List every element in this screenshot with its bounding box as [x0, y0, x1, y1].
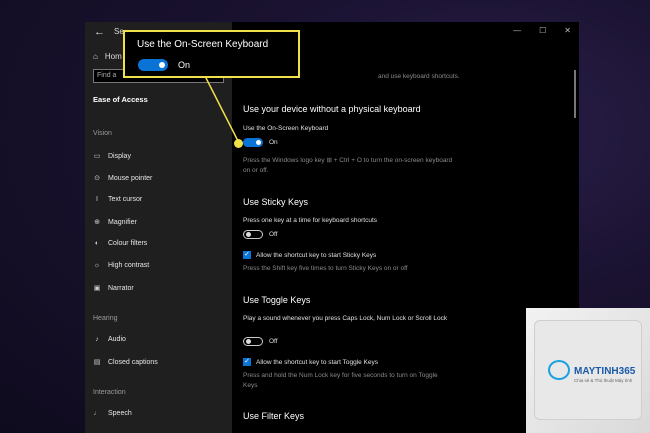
nav-item-mouse-pointer[interactable]: ⊙ Mouse pointer	[93, 174, 153, 183]
toggle-knob	[246, 232, 251, 237]
filter-keys-heading: Use Filter Keys	[243, 411, 305, 421]
toggle-keys-label: Play a sound whenever you press Caps Loc…	[243, 315, 448, 322]
callout-state: On	[178, 60, 191, 70]
nav-label: Audio	[108, 336, 126, 343]
nav-label: Speech	[108, 410, 132, 417]
palette-icon: ◐	[94, 240, 100, 247]
sticky-keys-toggle[interactable]	[243, 230, 263, 239]
search-placeholder: Find a	[97, 72, 117, 79]
toggle-keys-toggle[interactable]	[243, 337, 263, 346]
watermark-badge: MAYTINH365 Chia sẻ & Thủ thuật Máy tính	[526, 308, 650, 433]
narrator-icon: ▣	[93, 285, 101, 292]
osk-description: Press the Windows logo key ⊞ + Ctrl + O …	[243, 157, 453, 174]
toggle-shortcut-label: Allow the shortcut key to start Toggle K…	[256, 359, 378, 366]
nav-item-text-cursor[interactable]: Ι Text cursor	[93, 196, 142, 203]
scrollbar[interactable]	[574, 70, 576, 118]
nav-item-narrator[interactable]: ▣ Narrator	[93, 284, 134, 293]
captions-icon: ▤	[93, 359, 101, 366]
close-icon[interactable]: ✕	[564, 26, 571, 35]
mouse-icon: ⊙	[94, 175, 100, 182]
home-nav-item[interactable]: ⌂ Hom	[93, 52, 122, 61]
sticky-keys-heading: Use Sticky Keys	[243, 197, 309, 207]
toggle-keys-state: Off	[269, 338, 278, 345]
monitor-icon: ▭	[93, 153, 101, 160]
section-title: Ease of Access	[93, 95, 148, 104]
brand-logo-icon	[548, 360, 570, 380]
toggle-shortcut-checkbox[interactable]: ✓	[243, 358, 251, 366]
sticky-shortcut-checkbox[interactable]: ✓	[243, 251, 251, 259]
toggle-keys-heading: Use Toggle Keys	[243, 295, 311, 305]
contrast-icon: ☼	[93, 262, 101, 269]
cursor-icon: Ι	[96, 196, 98, 203]
maximize-icon[interactable]: ☐	[539, 26, 546, 35]
nav-label: Text cursor	[108, 196, 143, 203]
nav-item-magnifier[interactable]: ⊕ Magnifier	[93, 218, 137, 227]
nav-label: Mouse pointer	[108, 174, 153, 182]
nav-item-audio[interactable]: ♪ Audio	[93, 336, 126, 343]
osk-label: Use the On-Screen Keyboard	[243, 125, 329, 132]
toggle-knob	[159, 62, 165, 68]
osk-state: On	[269, 139, 278, 146]
nav-label: Magnifier	[108, 218, 137, 226]
group-vision: Vision	[93, 130, 112, 137]
toggle-knob	[256, 140, 261, 145]
magnifier-icon: ⊕	[94, 219, 100, 226]
nav-item-closed-captions[interactable]: ▤ Closed captions	[93, 358, 158, 367]
brand-name: MAYTINH365	[574, 366, 636, 377]
toggle-knob	[246, 339, 251, 344]
nav-item-display[interactable]: ▭ Display	[93, 152, 131, 161]
physical-keyboard-heading: Use your device without a physical keybo…	[243, 104, 421, 114]
nav-label: Colour filters	[108, 240, 148, 247]
intro-text: and use keyboard shortcuts.	[378, 73, 460, 80]
back-arrow-icon[interactable]: ←	[94, 26, 105, 38]
group-interaction: Interaction	[93, 389, 126, 396]
window-controls: — ☐ ✕	[513, 26, 571, 35]
nav-label: Display	[108, 152, 131, 160]
settings-window: ← Se ⌂ Hom Find a Ease of Access Vision …	[85, 22, 579, 433]
nav-label: High contrast	[108, 262, 150, 269]
nav-label: Closed captions	[108, 358, 158, 366]
sticky-keys-label: Press one key at a time for keyboard sho…	[243, 217, 378, 224]
minimize-icon[interactable]: —	[513, 26, 521, 35]
nav-label: Narrator	[108, 284, 134, 292]
speaker-icon: ♪	[95, 336, 99, 343]
home-icon: ⌂	[93, 52, 98, 61]
zoom-callout: Use the On-Screen Keyboard On	[123, 30, 300, 78]
sticky-keys-description: Press the Shift key five times to turn S…	[243, 265, 408, 272]
toggle-keys-description: Press and hold the Num Lock key for five…	[243, 372, 438, 389]
nav-item-colour-filters[interactable]: ◐ Colour filters	[93, 240, 147, 247]
osk-toggle[interactable]	[243, 138, 263, 147]
nav-item-speech[interactable]: ♩ Speech	[93, 410, 132, 417]
sidebar: ← Se ⌂ Hom Find a Ease of Access Vision …	[85, 22, 232, 433]
home-label: Hom	[104, 52, 122, 61]
brand-tagline: Chia sẻ & Thủ thuật Máy tính	[574, 378, 633, 383]
callout-pointer-dot	[234, 139, 243, 148]
microphone-icon: ♩	[93, 410, 101, 417]
nav-item-high-contrast[interactable]: ☼ High contrast	[93, 262, 149, 269]
callout-toggle	[138, 59, 168, 71]
group-hearing: Hearing	[93, 315, 118, 322]
brand-card: MAYTINH365 Chia sẻ & Thủ thuật Máy tính	[534, 320, 642, 420]
sticky-shortcut-label: Allow the shortcut key to start Sticky K…	[256, 252, 377, 259]
sticky-keys-state: Off	[269, 231, 278, 238]
callout-title: Use the On-Screen Keyboard	[137, 39, 269, 50]
